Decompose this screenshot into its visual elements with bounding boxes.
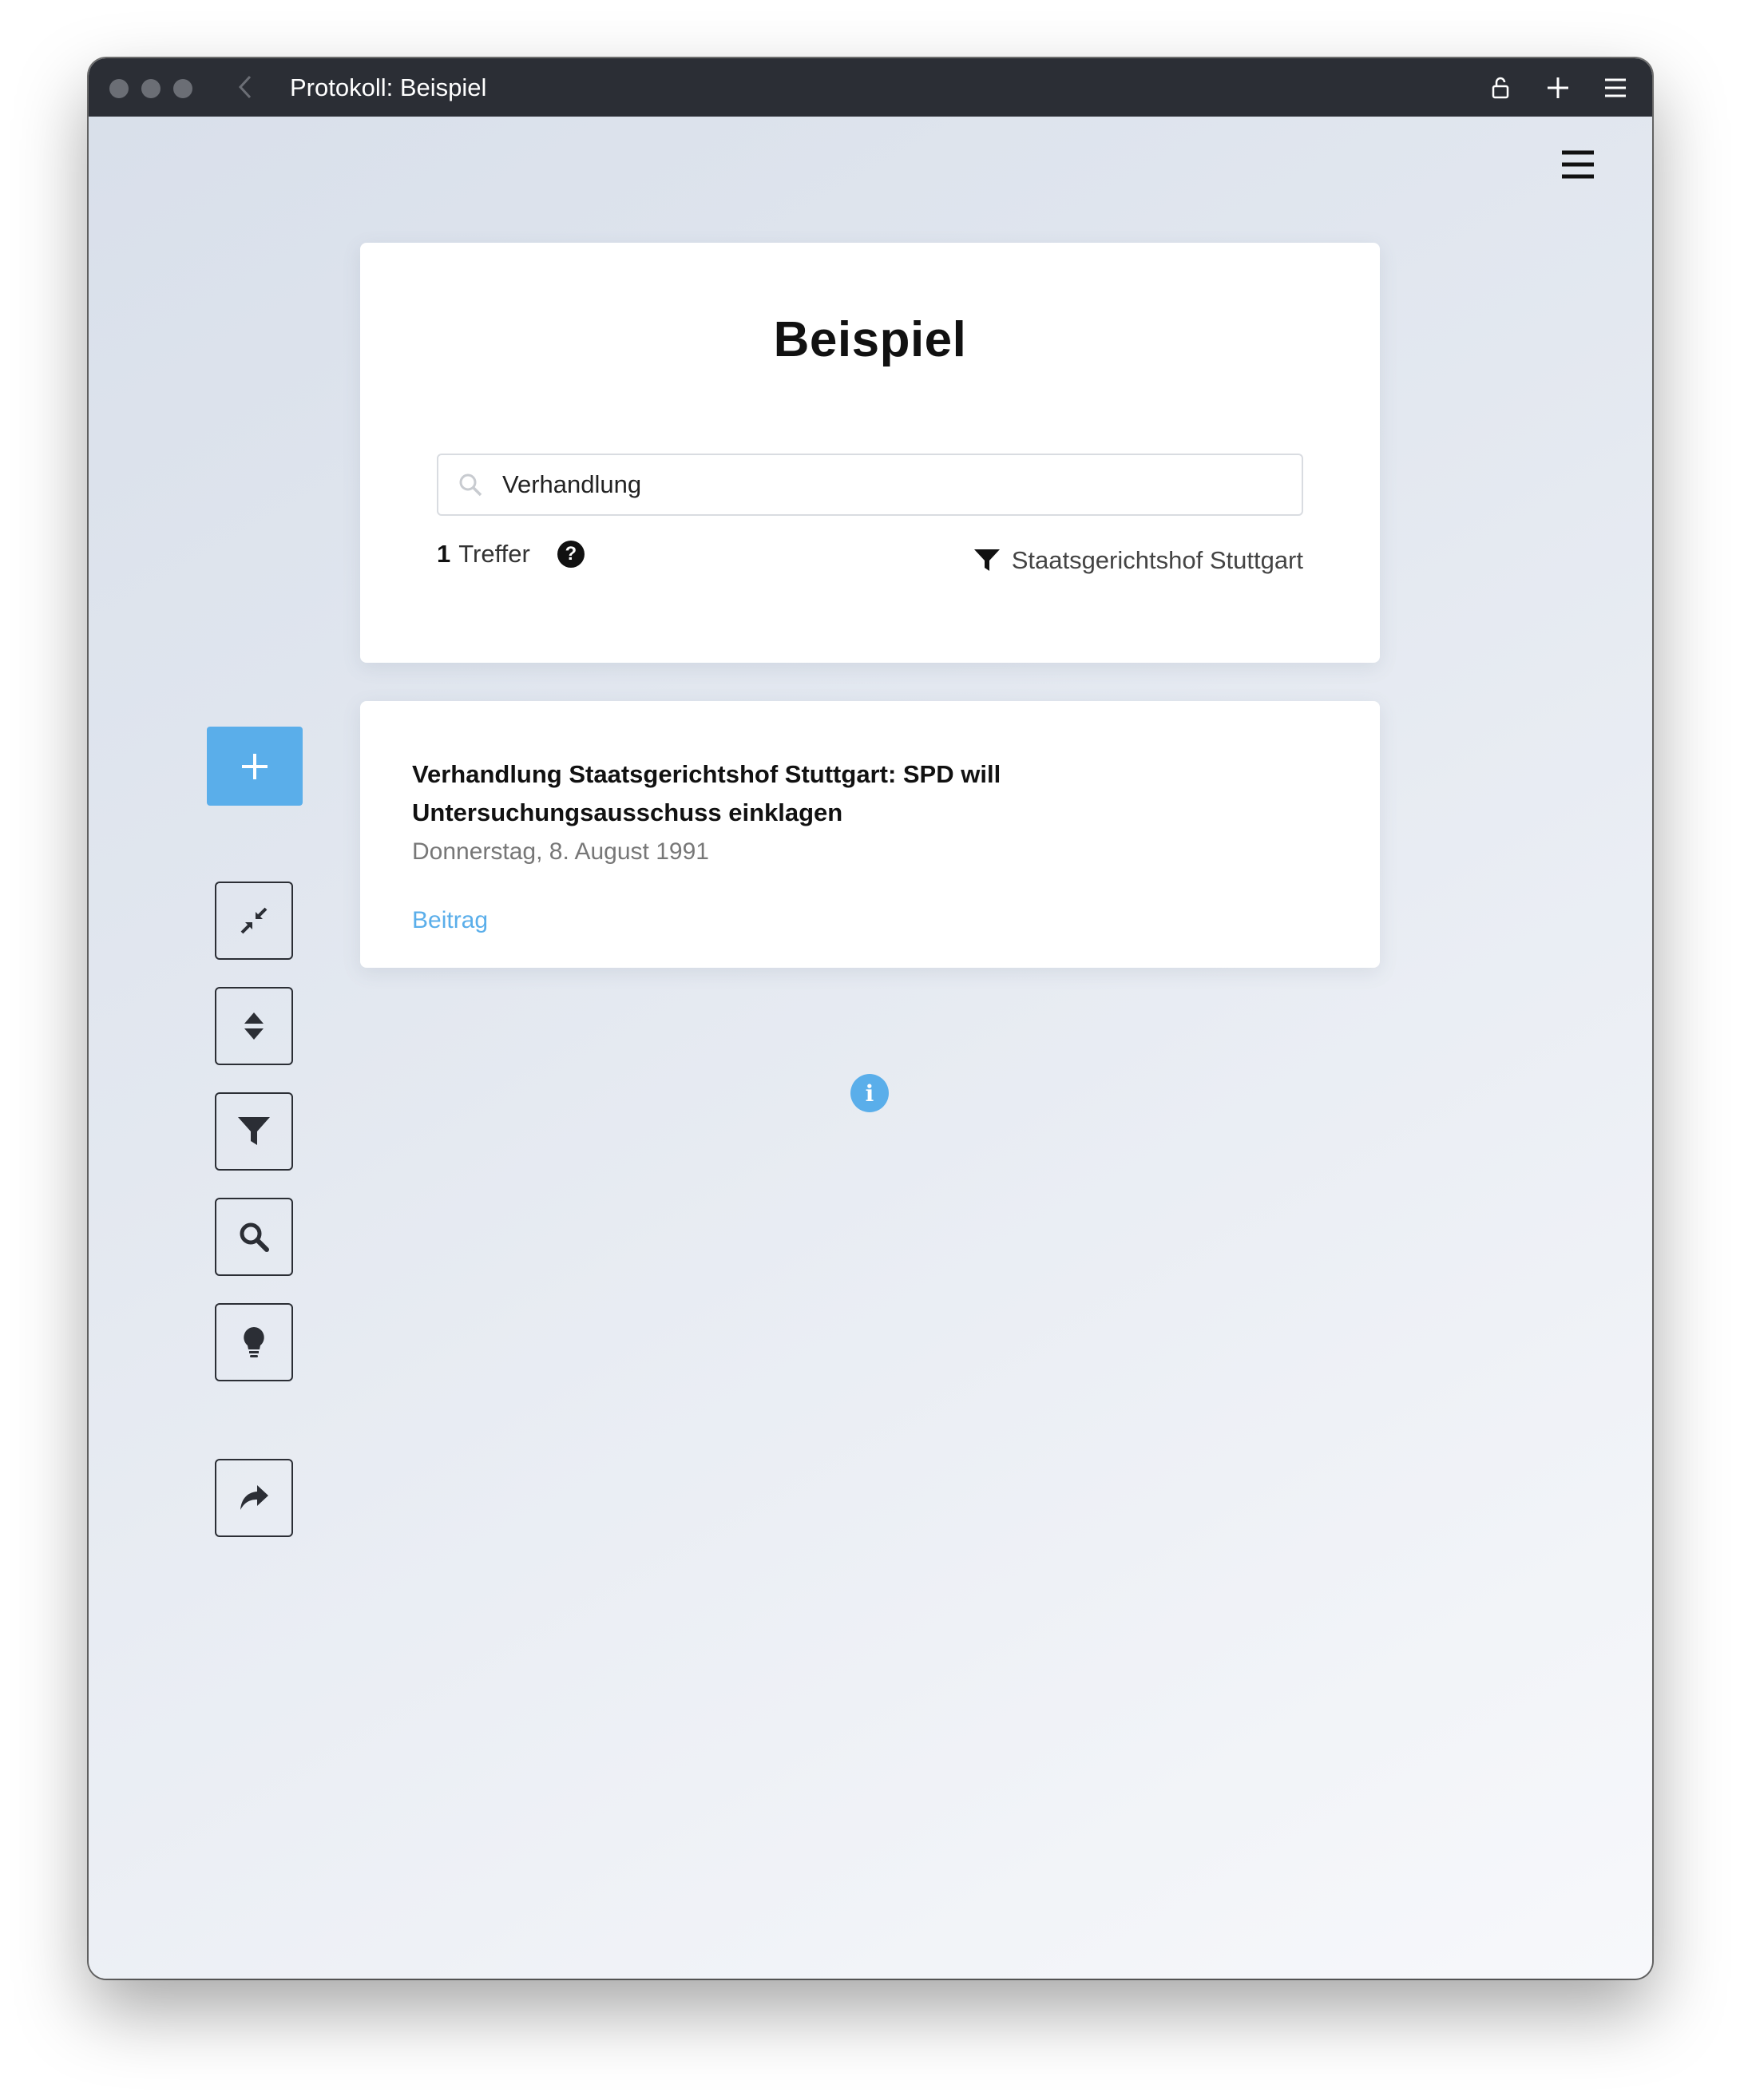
sort-button[interactable] — [215, 987, 293, 1065]
share-button[interactable] — [215, 1459, 293, 1537]
collapse-button[interactable] — [215, 882, 293, 960]
filter-button[interactable] — [215, 1092, 293, 1171]
add-button[interactable] — [207, 727, 303, 806]
result-type-link[interactable]: Beitrag — [412, 907, 488, 934]
compress-icon — [240, 907, 268, 934]
page-title: Beispiel — [773, 312, 967, 367]
unlock-icon — [1492, 77, 1509, 98]
filter-label: Staatsgerichtshof Stuttgart — [1011, 546, 1303, 574]
hamburger-icon — [1562, 150, 1594, 179]
search-button[interactable] — [215, 1198, 293, 1276]
window-title: Protokoll: Beispiel — [290, 73, 487, 101]
filter-icon — [973, 547, 1001, 574]
header-card: Beispiel 1 Treffer ? Staatsgerichtshof S… — [360, 243, 1380, 663]
result-count: 1 Treffer ? — [437, 540, 585, 569]
zoom-window-button[interactable] — [173, 79, 192, 98]
search-box — [437, 454, 1303, 516]
new-tab-button[interactable] — [1545, 75, 1571, 101]
active-filter[interactable]: Staatsgerichtshof Stuttgart — [973, 546, 1303, 575]
tips-button[interactable] — [215, 1303, 293, 1381]
lightbulb-icon — [244, 1327, 264, 1357]
chevron-left-icon — [238, 75, 252, 99]
close-window-button[interactable] — [109, 79, 129, 98]
search-icon — [240, 1222, 269, 1252]
result-date: Donnerstag, 8. August 1991 — [412, 838, 709, 865]
result-count-number: 1 — [437, 540, 451, 568]
result-title[interactable]: Verhandlung Staatsgerichtshof Stuttgart:… — [412, 755, 1131, 832]
share-icon — [240, 1485, 268, 1510]
plus-icon — [1548, 77, 1568, 98]
lock-button[interactable] — [1488, 75, 1513, 101]
help-icon[interactable]: ? — [557, 541, 585, 568]
browser-window: Protokoll: Beispiel Beispiel Verhandlung… — [89, 58, 1652, 1979]
plus-icon — [242, 753, 268, 779]
titlebar-menu-button[interactable] — [1603, 75, 1628, 101]
filter-icon — [238, 1117, 270, 1145]
back-button[interactable] — [231, 73, 260, 101]
result-card[interactable]: Verhandlung Staatsgerichtshof Stuttgart:… — [360, 701, 1380, 968]
page-menu-button[interactable] — [1560, 146, 1596, 183]
titlebar-actions — [1488, 58, 1628, 117]
search-input[interactable] — [501, 470, 1270, 500]
window-controls — [109, 79, 192, 98]
minimize-window-button[interactable] — [141, 79, 161, 98]
result-count-label: Treffer — [458, 540, 530, 568]
search-icon — [456, 470, 485, 499]
hamburger-icon — [1605, 78, 1626, 97]
info-icon[interactable]: i — [850, 1074, 889, 1112]
sort-icon — [244, 1012, 264, 1040]
title-bar: Protokoll: Beispiel — [89, 58, 1652, 117]
